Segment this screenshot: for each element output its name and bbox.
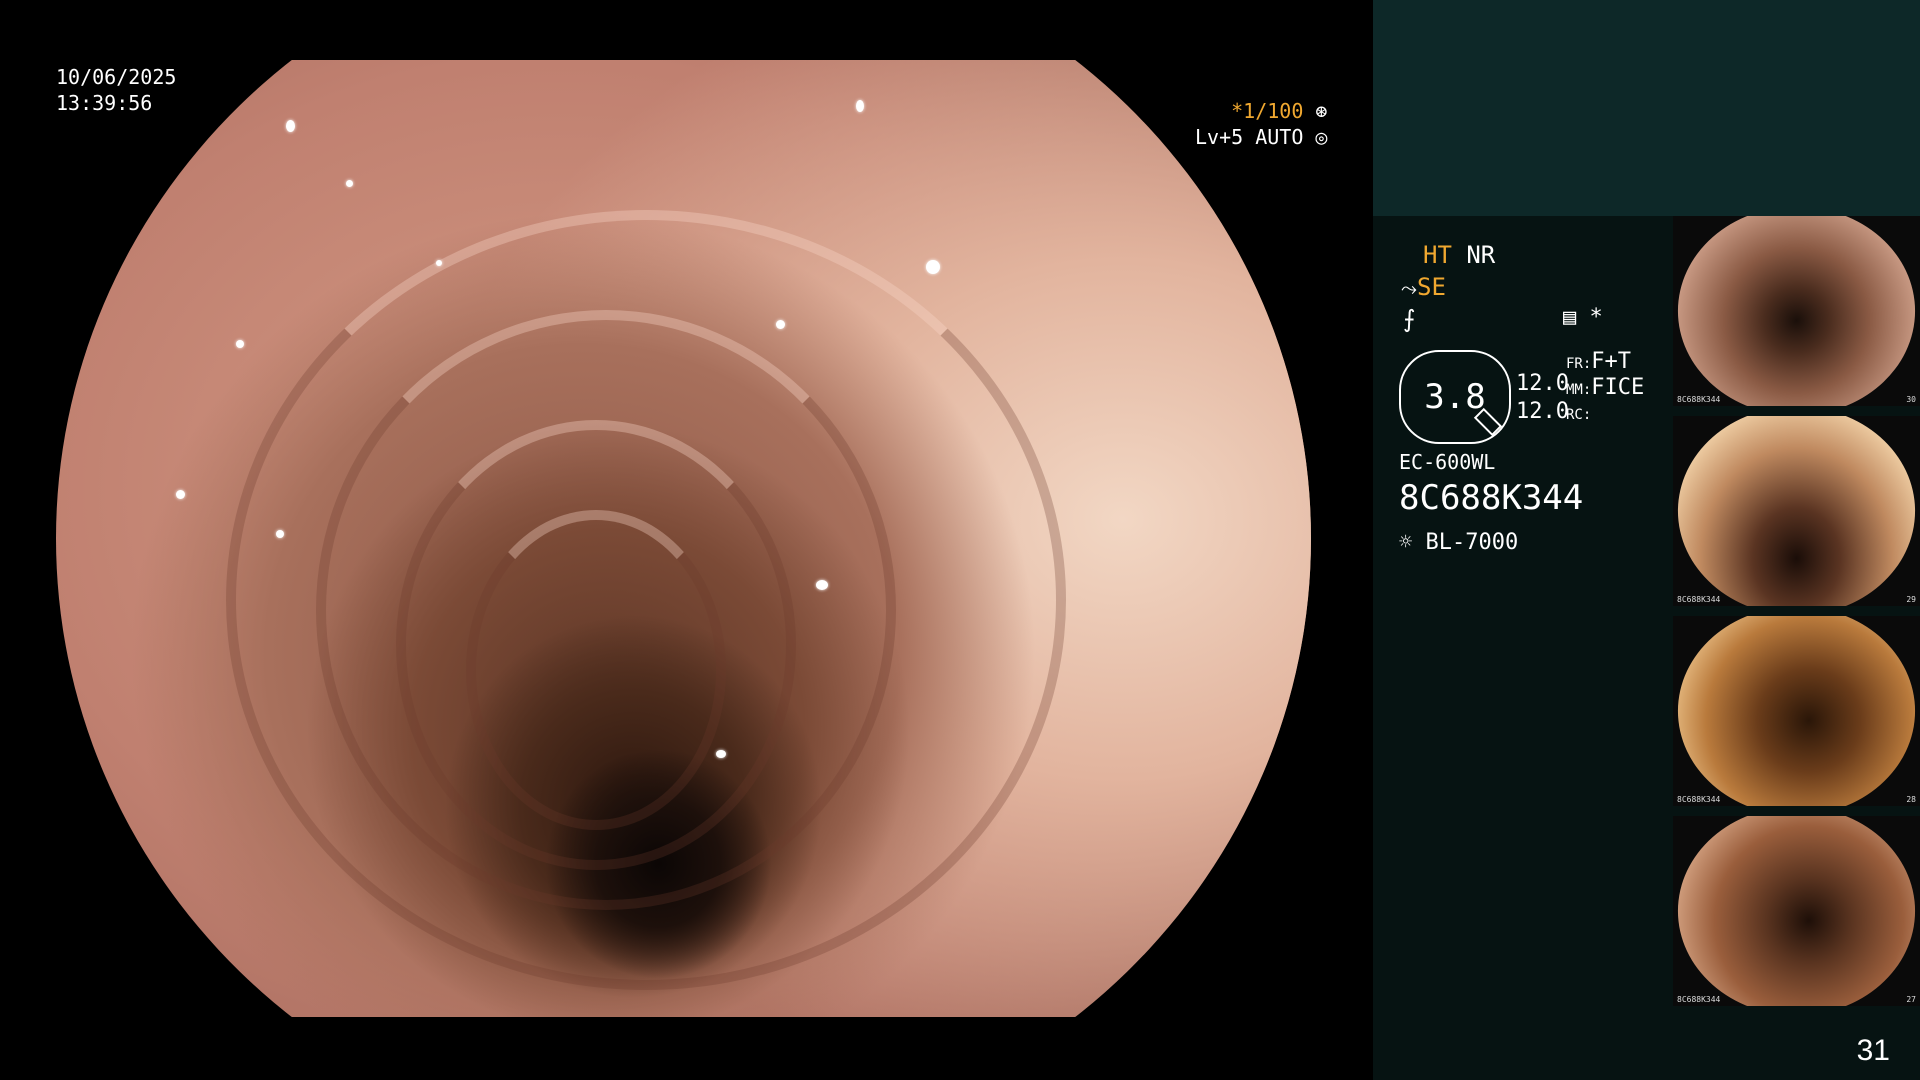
thumbnail[interactable]: 8C688K344 29 xyxy=(1673,416,1920,606)
list-icon: ▤ xyxy=(1563,305,1577,330)
thumbnail-id: 8C688K344 xyxy=(1677,795,1721,804)
mode-se: SE xyxy=(1417,273,1446,301)
star-icon: * xyxy=(1589,305,1603,330)
thumbnail[interactable]: 8C688K344 30 xyxy=(1673,216,1920,406)
timestamp: 10/06/2025 13:39:56 xyxy=(56,64,176,116)
thumbnail-id: 8C688K344 xyxy=(1677,995,1721,1004)
thumbnail-index: 27 xyxy=(1906,995,1916,1004)
level-label: Lv+5 AUTO xyxy=(1195,125,1304,149)
aperture-icon: ⊛ xyxy=(1315,99,1328,123)
time-label: 13:39:56 xyxy=(56,91,153,115)
mode-ht: HT xyxy=(1423,241,1452,269)
mode-row-se: ⤳SE xyxy=(1401,273,1446,301)
rc-label: RC: xyxy=(1566,407,1592,423)
endoscopic-image xyxy=(56,60,1311,1017)
setting-values: 12.0 12.0 xyxy=(1516,370,1569,426)
thumbnail-id: 8C688K344 xyxy=(1677,395,1721,404)
thumbnail[interactable]: 8C688K344 28 xyxy=(1673,616,1920,806)
auto-icon: ◎ xyxy=(1315,125,1328,149)
mode-row-ht-nr: HT NR xyxy=(1423,241,1495,269)
fr-value: F+T xyxy=(1591,349,1632,374)
setting-value-1: 12.0 xyxy=(1516,371,1569,396)
sun-icon: ☼ xyxy=(1399,530,1413,555)
fr-label: FR: xyxy=(1566,356,1592,372)
mm-label: MM: xyxy=(1566,382,1592,398)
thumbnail-index: 30 xyxy=(1906,395,1916,404)
mode-nr: NR xyxy=(1466,241,1496,269)
exposure-info: *1/100 ⊛ Lv+5 AUTO ◎ xyxy=(1195,98,1327,150)
mode-icons-row: ▤ * xyxy=(1563,305,1603,330)
scissors-icon: ⤳ xyxy=(1401,276,1417,300)
page-number: 31 xyxy=(1856,1034,1890,1067)
endoscope-view: 10/06/2025 13:39:56 *1/100 ⊛ Lv+5 AUTO ◎ xyxy=(0,0,1373,1080)
light-source-row: ☼ BL-7000 xyxy=(1399,530,1518,555)
mm-value: FICE xyxy=(1591,375,1645,400)
thumbnail-id: 8C688K344 xyxy=(1677,595,1721,604)
thumbnail[interactable]: 8C688K344 27 xyxy=(1673,816,1920,1006)
side-panel-header xyxy=(1373,0,1920,216)
thumbnail-index: 29 xyxy=(1906,595,1916,604)
setting-value-2: 12.0 xyxy=(1516,399,1569,424)
thumbnail-index: 28 xyxy=(1906,795,1916,804)
thumbnail-strip: 8C688K344 30 8C688K344 29 8C688K344 28 8… xyxy=(1673,216,1920,1016)
date-label: 10/06/2025 xyxy=(56,65,177,89)
setting-labels: FR:F+T MM:FICE RC: xyxy=(1566,350,1644,427)
scope-model: EC-600WL xyxy=(1399,450,1496,474)
scope-serial: 8C688K344 xyxy=(1399,478,1584,518)
light-source-label: BL-7000 xyxy=(1425,530,1519,555)
no-sign-icon: ⨍ xyxy=(1403,305,1416,333)
shutter-label: *1/100 xyxy=(1231,99,1304,123)
